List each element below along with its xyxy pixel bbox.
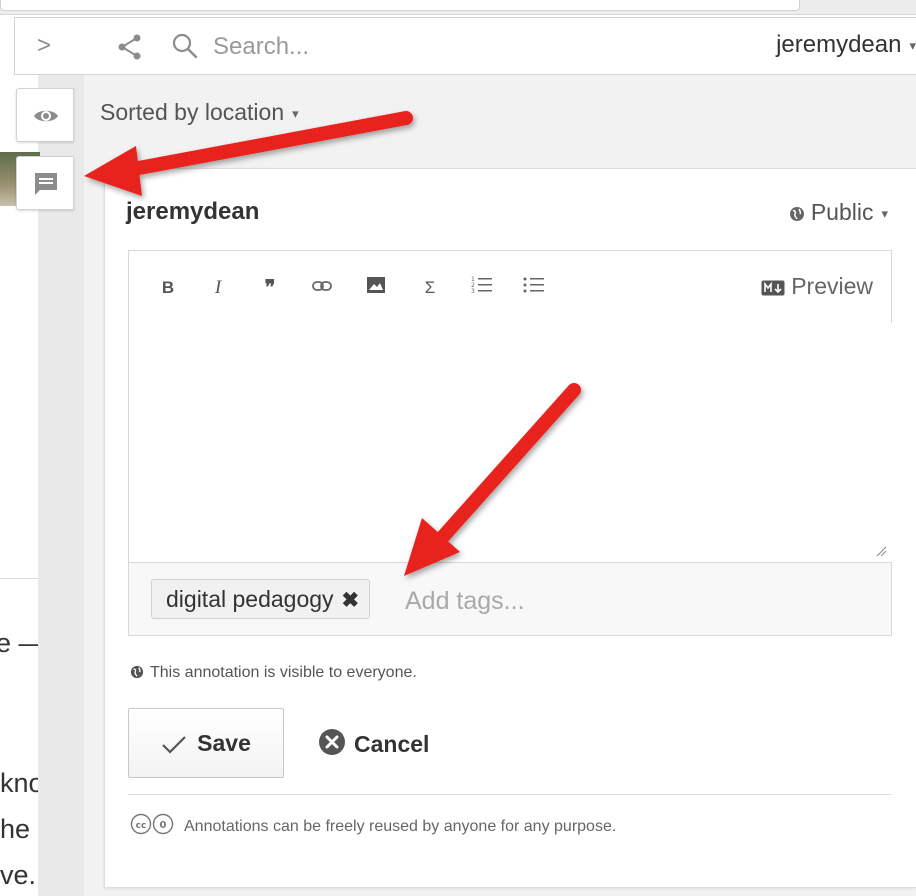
arrow-overlay	[84, 111, 581, 576]
arrow-to-tags-input	[404, 383, 581, 576]
arrow-to-annotations-tab	[84, 111, 413, 196]
